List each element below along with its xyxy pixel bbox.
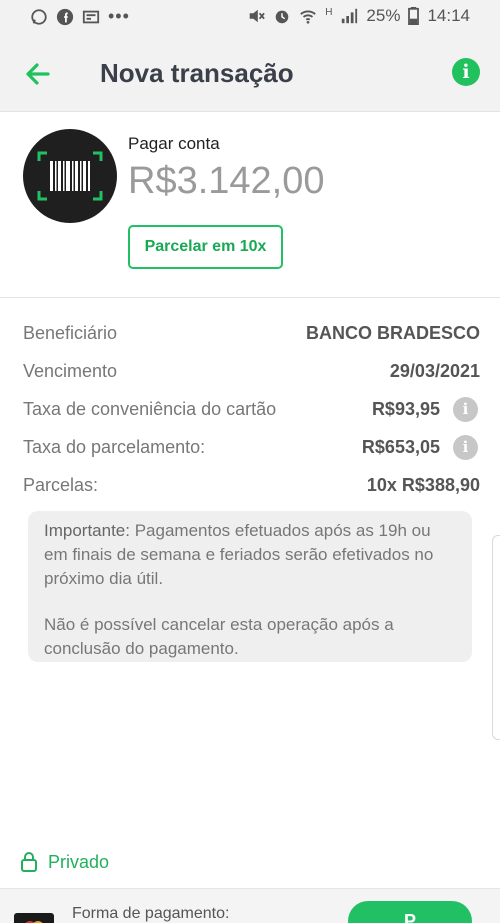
mute-icon xyxy=(249,9,265,23)
whatsapp-icon xyxy=(31,8,47,25)
payment-method-label: Forma de pagamento: xyxy=(72,905,230,922)
network-type: H xyxy=(325,6,333,18)
scroll-indicator[interactable] xyxy=(492,535,500,740)
detail-value: 29/03/2021 xyxy=(389,361,480,381)
app-header: Nova transação i xyxy=(0,34,500,112)
battery-percent: 25% xyxy=(366,6,401,25)
transaction-details: Beneficiário BANCO BRADESCO Vencimento 2… xyxy=(23,318,480,508)
privacy-label: Privado xyxy=(48,851,110,872)
status-bar: ••• H 25% 14:14 xyxy=(0,0,500,34)
bill-label: Pagar conta xyxy=(128,134,220,153)
info-icon[interactable]: i xyxy=(452,58,480,86)
mastercard-icon xyxy=(14,913,54,923)
news-icon xyxy=(82,10,100,23)
more-dots-icon: ••• xyxy=(108,6,130,26)
detail-row-installment-fee: Taxa do parcelamento: R$653,05 i xyxy=(23,432,480,470)
detail-row-installments: Parcelas: 10x R$388,90 xyxy=(23,470,480,508)
detail-value: R$93,95 xyxy=(371,399,440,419)
detail-label: Taxa do parcelamento: xyxy=(23,437,206,457)
battery-icon xyxy=(408,7,420,25)
privacy-toggle[interactable]: Privado xyxy=(20,851,109,873)
detail-label: Beneficiário xyxy=(23,323,118,343)
important-notice: Importante: Pagamentos efetuados após as… xyxy=(28,511,472,662)
wifi-icon xyxy=(300,10,316,24)
status-left-icons: ••• xyxy=(30,6,130,27)
bill-summary: Pagar conta R$3.142,00 Parcelar em 10x xyxy=(0,112,500,298)
notice-paragraph-2: Não é possível cancelar esta operação ap… xyxy=(44,615,394,658)
clock-time: 14:14 xyxy=(427,6,470,25)
detail-row-card-fee: Taxa de conveniência do cartão R$93,95 i xyxy=(23,394,480,432)
installment-button[interactable]: Parcelar em 10x xyxy=(128,225,283,269)
detail-value: R$653,05 xyxy=(361,437,440,457)
notice-strong: Importante: xyxy=(44,521,130,540)
detail-row-beneficiary: Beneficiário BANCO BRADESCO xyxy=(23,318,480,356)
info-icon[interactable]: i xyxy=(453,435,478,460)
bill-amount: R$3.142,00 xyxy=(128,160,325,202)
detail-label: Parcelas: xyxy=(23,475,99,495)
detail-value: BANCO BRADESCO xyxy=(305,323,480,343)
detail-value: 10x R$388,90 xyxy=(366,475,480,495)
page-title: Nova transação xyxy=(100,58,294,88)
lock-icon xyxy=(21,852,37,872)
facebook-icon xyxy=(56,8,74,25)
alarm-icon xyxy=(275,10,289,24)
barcode-icon xyxy=(23,129,117,223)
pay-button[interactable]: P xyxy=(348,901,472,923)
detail-row-due-date: Vencimento 29/03/2021 xyxy=(23,356,480,394)
detail-label: Taxa de conveniência do cartão xyxy=(23,399,277,419)
notice-paragraph-1: Importante: Pagamentos efetuados após as… xyxy=(44,519,456,591)
detail-label: Vencimento xyxy=(23,361,118,381)
info-icon[interactable]: i xyxy=(453,397,478,422)
arrow-left-icon[interactable] xyxy=(22,58,54,90)
signal-icon xyxy=(342,8,358,24)
status-right-icons: H 25% 14:14 xyxy=(247,6,470,26)
payment-bar: Forma de pagamento: P xyxy=(0,888,500,923)
